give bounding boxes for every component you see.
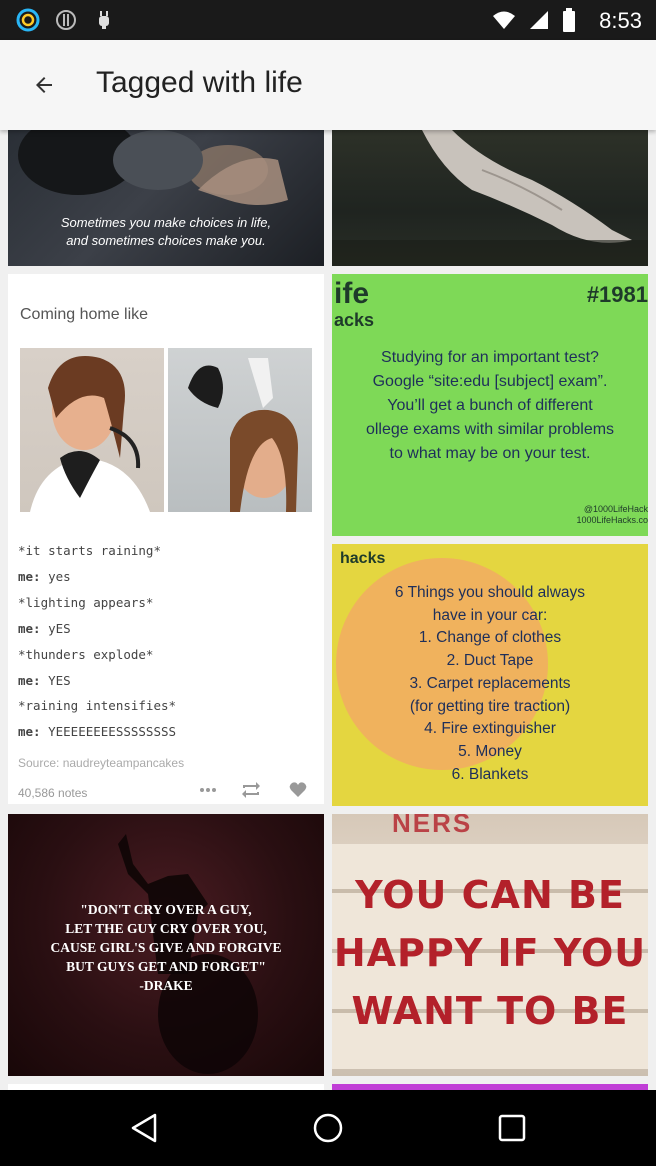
lifehack-body: Studying for an important test? Google “… [332,346,648,466]
post-grid: Sometimes you make choices in life, and … [0,130,656,1090]
post-title: Coming home like [20,306,149,323]
car-list-line: 6. Blankets [451,765,529,783]
lifehack-body-line: to what may be on your test. [389,445,591,462]
tumblr-text-block: *it starts raining* me: yes *lighting ap… [18,538,176,745]
post-tile-lifehack-car[interactable]: hacks 6 Things you should always have in… [332,544,648,806]
quote-line: LET THE GUY CRY OVER YOU, [65,921,267,936]
drake-quote: "DON'T CRY OVER A GUY, LET THE GUY CRY O… [8,900,324,995]
post-notes: 40,586 notes [18,786,88,800]
girl-left-illustration [30,356,150,512]
car-list-line: 1. Change of clothes [418,629,562,647]
page-title: Tagged with life [96,66,303,99]
text-line: me: YEEEEEEEESSSSSSSS [18,724,177,740]
lifehack-brand-line2: acks [334,310,375,330]
nav-recents-button[interactable] [488,1104,536,1152]
app-bar: Tagged with life [0,40,656,130]
car-list-line: have in your car: [432,606,548,624]
text-line: *lighting appears* [18,594,154,610]
nav-home-icon [313,1113,343,1143]
circle-app-icon [16,8,40,32]
text-line: *raining intensifies* [18,698,177,714]
back-button[interactable] [16,62,72,108]
car-list-line: (for getting tire traction) [409,697,571,715]
navigation-bar [0,1090,656,1166]
status-time: 8:53 [599,8,642,33]
post-tile-happy-sign[interactable]: NERS YOU CAN BE HAPPY IF YOU WANT TO BE [332,814,648,1076]
reblog-icon[interactable] [240,780,262,804]
post-source: Source: naudreyteampancakes [18,756,185,770]
caption-line1: Sometimes you make choices in life, [60,215,272,230]
post-tile-lifehack-study[interactable]: ife acks #1981 Studying for an important… [332,274,648,536]
car-list: 6 Things you should always have in your … [332,582,648,786]
post-tile-coming-home[interactable]: Coming home like *it starts raining* me:… [8,274,324,804]
post-tile-drake-quote[interactable]: "DON'T CRY OVER A GUY, LET THE GUY CRY O… [8,814,324,1076]
sign-top-letters: NERS [392,814,473,838]
nav-home-button[interactable] [304,1104,352,1152]
credit-line2: 1000LifeHacks.co [576,515,648,525]
nav-back-button[interactable] [120,1104,168,1152]
car-list-line: 5. Money [458,742,522,760]
lifehack-body-line: You’ll get a bunch of different [387,397,593,414]
lifehack-brand: hacks [340,550,386,567]
sign-line: YOU CAN BE [355,873,625,917]
credit-line1: @1000LifeHack [583,504,648,514]
post-tile-hand[interactable] [332,130,648,266]
text-line: *thunders explode* [18,646,154,662]
car-list-line: 6 Things you should always [394,584,586,601]
lifehack-body-line: Studying for an important test? [381,349,599,366]
quote-line: -DRAKE [139,978,193,993]
nav-back-icon [131,1113,157,1143]
photo-girl-right [168,348,312,512]
battery-icon [562,8,576,37]
photo-girl-left [20,348,164,512]
lifehack-credit: @1000LifeHack 1000LifeHacks.co [576,504,648,526]
car-list-line: 3. Carpet replacements [409,674,571,692]
lifehack-number: #1981 [586,282,648,307]
status-right-icons [492,8,576,37]
photo-hand [332,130,648,266]
android-icon [92,8,116,32]
sign-text: YOU CAN BE HAPPY IF YOU WANT TO BE [332,866,648,1040]
wifi-icon [492,9,516,36]
info-icon [54,8,78,32]
sign-line: HAPPY IF YOU [333,931,647,975]
quote-line: CAUSE GIRL'S GIVE AND FORGIVE [50,940,282,955]
nav-recents-icon [498,1114,526,1142]
signal-icon [528,9,550,36]
arrow-left-icon [36,77,52,93]
text-line: me: yes [18,568,71,584]
caption-line2: and sometimes choices make you. [66,233,266,248]
text-line: me: yES [18,620,71,636]
status-bar: 8:53 [0,0,656,40]
lifehack-body-line: ollege exams with similar problems [365,421,615,438]
car-list-line: 2. Duct Tape [446,652,534,670]
quote-line: "DON'T CRY OVER A GUY, [80,902,252,917]
car-list-line: 4. Fire extinguisher [424,720,556,738]
text-line: *it starts raining* [18,543,161,558]
lifehack-body-line: Google “site:edu [subject] exam”. [372,373,608,390]
text-line: me: YES [18,672,71,688]
sign-line: WANT TO BE [351,989,629,1033]
lifehack-brand-line1: ife [334,277,370,310]
quote-line: BUT GUYS GET AND FORGET" [66,959,266,974]
more-options-icon[interactable] [198,780,218,804]
heart-icon[interactable] [288,780,308,804]
girl-right-illustration [188,358,298,512]
post-tile-choices[interactable]: Sometimes you make choices in life, and … [8,130,324,266]
